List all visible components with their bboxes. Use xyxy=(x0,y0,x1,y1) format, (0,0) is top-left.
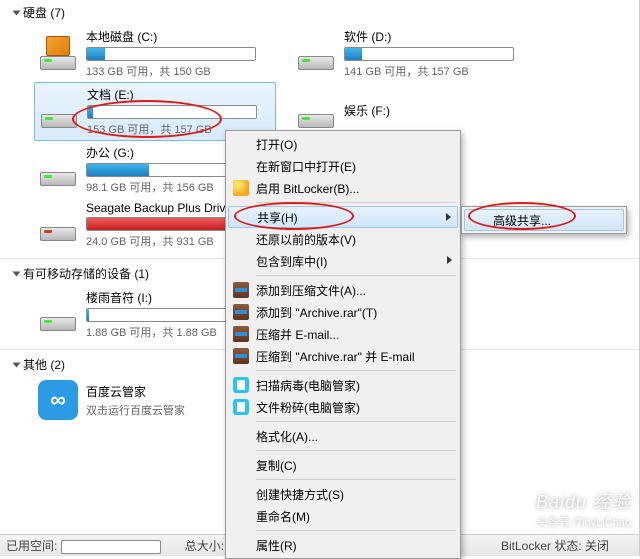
menu-file-shred[interactable]: 文件粉碎(电脑管家) xyxy=(228,396,458,418)
menu-label: 压缩并 E-mail... xyxy=(256,326,339,343)
usage-bar xyxy=(87,105,257,119)
menu-label: 启用 BitLocker(B)... xyxy=(256,180,359,197)
archive-icon xyxy=(233,282,249,298)
archive-icon xyxy=(233,348,249,364)
shield-icon xyxy=(233,180,249,196)
menu-separator xyxy=(256,421,456,422)
drive-icon xyxy=(38,205,78,245)
drive-label: 文档 (E:) xyxy=(87,86,271,105)
drive-label: 软件 (D:) xyxy=(344,28,530,47)
drive-meta: 133 GB 可用，共 150 GB xyxy=(86,63,272,79)
usage-bar xyxy=(344,47,514,61)
menu-zip-rar-email[interactable]: 压缩到 "Archive.rar" 并 E-mail xyxy=(228,345,458,367)
watermark: Baidu 经验 头条号 /TinyLiChao xyxy=(536,488,631,530)
menu-properties[interactable]: 属性(R) xyxy=(228,534,458,556)
menu-label: 复制(C) xyxy=(256,457,297,474)
archive-icon xyxy=(233,326,249,342)
menu-copy[interactable]: 复制(C) xyxy=(228,454,458,476)
menu-add-archive[interactable]: 添加到压缩文件(A)... xyxy=(228,279,458,301)
status-used-label: 已用空间: xyxy=(6,537,161,554)
drive-icon xyxy=(38,295,78,335)
expand-icon xyxy=(13,362,21,367)
section-title: 其他 (2) xyxy=(23,356,65,373)
watermark-text: Baidu 经验 xyxy=(536,488,631,514)
menu-label: 文件粉碎(电脑管家) xyxy=(256,399,360,416)
menu-label: 格式化(A)... xyxy=(256,428,318,445)
chevron-right-icon xyxy=(447,256,452,264)
menu-separator xyxy=(256,370,456,371)
menu-label: 重命名(M) xyxy=(256,508,310,525)
drive-icon xyxy=(296,34,336,74)
menu-label: 在新窗口中打开(E) xyxy=(256,158,356,175)
menu-label: 高级共享... xyxy=(493,212,551,229)
drive-icon xyxy=(38,34,78,74)
expand-icon xyxy=(13,271,21,276)
menu-restore-versions[interactable]: 还原以前的版本(V) xyxy=(228,228,458,250)
menu-label: 扫描病毒(电脑管家) xyxy=(256,377,360,394)
menu-label: 还原以前的版本(V) xyxy=(256,231,356,248)
menu-separator xyxy=(256,202,456,203)
baidu-cloud-icon: ∞ xyxy=(38,380,78,420)
menu-rename[interactable]: 重命名(M) xyxy=(228,505,458,527)
shield-icon xyxy=(233,399,249,415)
drive-icon xyxy=(296,92,336,132)
drive-icon xyxy=(39,92,79,132)
share-submenu: 高级共享... xyxy=(461,206,627,234)
section-header-hdd[interactable]: 硬盘 (7) xyxy=(0,0,639,25)
section-title: 有可移动存储的设备 (1) xyxy=(23,265,149,282)
menu-label: 共享(H) xyxy=(257,209,298,226)
watermark-text: 头条号 /TinyLiChao xyxy=(536,514,631,530)
menu-label: 包含到库中(I) xyxy=(256,253,327,270)
menu-separator xyxy=(256,450,456,451)
menu-share[interactable]: 共享(H) xyxy=(228,206,458,228)
context-menu: 打开(O) 在新窗口中打开(E) 启用 BitLocker(B)... 共享(H… xyxy=(225,130,461,559)
drive-icon xyxy=(38,150,78,190)
archive-icon xyxy=(233,304,249,320)
section-title: 硬盘 (7) xyxy=(23,4,65,21)
drive-meta: 141 GB 可用，共 157 GB xyxy=(344,63,530,79)
submenu-advanced-share[interactable]: 高级共享... xyxy=(464,209,624,231)
menu-bitlocker[interactable]: 启用 BitLocker(B)... xyxy=(228,177,458,199)
menu-create-shortcut[interactable]: 创建快捷方式(S) xyxy=(228,483,458,505)
status-bitlocker: BitLocker 状态: 关闭 xyxy=(501,537,609,554)
expand-icon xyxy=(13,10,21,15)
menu-zip-email[interactable]: 压缩并 E-mail... xyxy=(228,323,458,345)
menu-separator xyxy=(256,530,456,531)
menu-open[interactable]: 打开(O) xyxy=(228,133,458,155)
status-text: 已用空间: xyxy=(6,539,57,553)
menu-label: 创建快捷方式(S) xyxy=(256,486,344,503)
menu-format[interactable]: 格式化(A)... xyxy=(228,425,458,447)
drive-c[interactable]: 本地磁盘 (C:) 133 GB 可用，共 150 GB xyxy=(34,25,276,82)
menu-label: 属性(R) xyxy=(256,537,297,554)
drive-d[interactable]: 软件 (D:) 141 GB 可用，共 157 GB xyxy=(292,25,534,82)
drive-label: 本地磁盘 (C:) xyxy=(86,28,272,47)
drive-label: 娱乐 (F:) xyxy=(344,102,530,121)
status-usage-bar xyxy=(61,540,161,554)
menu-label: 添加到 "Archive.rar"(T) xyxy=(256,304,377,321)
menu-separator xyxy=(256,275,456,276)
chevron-right-icon xyxy=(446,213,451,221)
shield-icon xyxy=(233,377,249,393)
menu-open-new-window[interactable]: 在新窗口中打开(E) xyxy=(228,155,458,177)
usage-bar xyxy=(86,47,256,61)
menu-add-rar[interactable]: 添加到 "Archive.rar"(T) xyxy=(228,301,458,323)
menu-include-library[interactable]: 包含到库中(I) xyxy=(228,250,458,272)
menu-label: 打开(O) xyxy=(256,136,297,153)
menu-scan-virus[interactable]: 扫描病毒(电脑管家) xyxy=(228,374,458,396)
menu-label: 添加到压缩文件(A)... xyxy=(256,282,366,299)
menu-label: 压缩到 "Archive.rar" 并 E-mail xyxy=(256,348,415,365)
menu-separator xyxy=(256,479,456,480)
